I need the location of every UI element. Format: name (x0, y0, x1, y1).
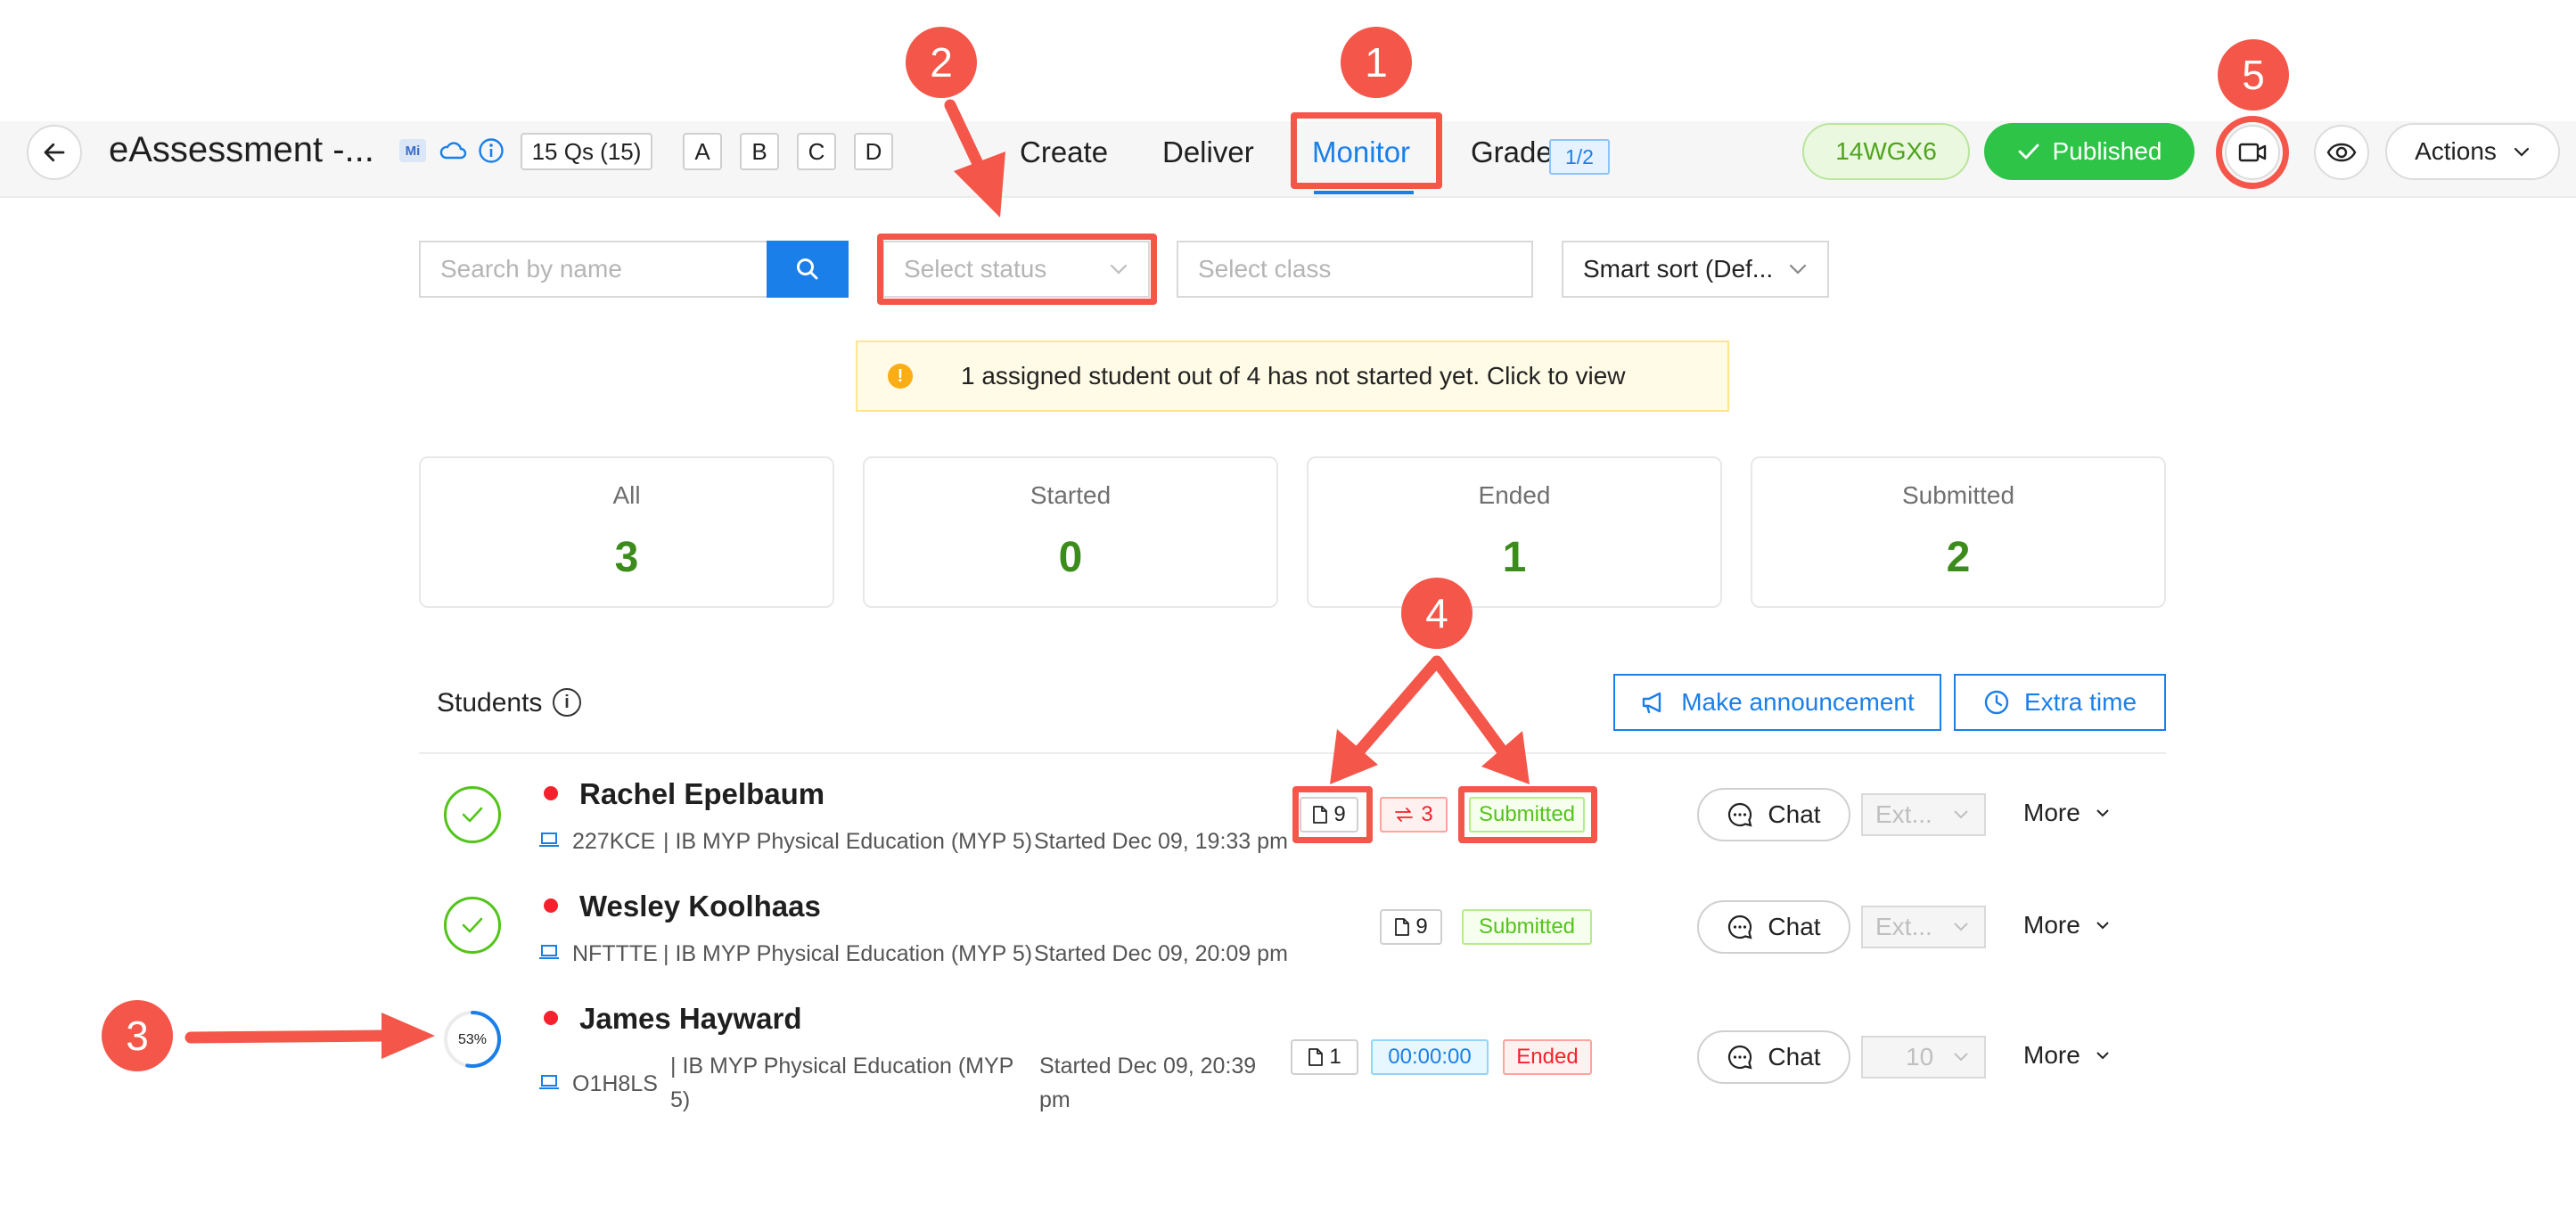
annotation-box-status-select (877, 234, 1157, 305)
annotation-marker-4: 4 (1401, 578, 1473, 649)
annotation-box-monitor-tab (1291, 112, 1442, 189)
annotation-marker-5: 5 (2218, 39, 2289, 111)
annotation-marker-1: 1 (1341, 27, 1412, 98)
annotation-marker-2: 2 (906, 27, 977, 98)
annotation-box-status-badge (1458, 786, 1597, 843)
annotation-box-document-count (1292, 786, 1373, 843)
annotation-marker-3: 3 (102, 1000, 173, 1071)
annotation-arrows (185, 99, 1530, 1059)
annotation-ring-video (2216, 116, 2289, 189)
